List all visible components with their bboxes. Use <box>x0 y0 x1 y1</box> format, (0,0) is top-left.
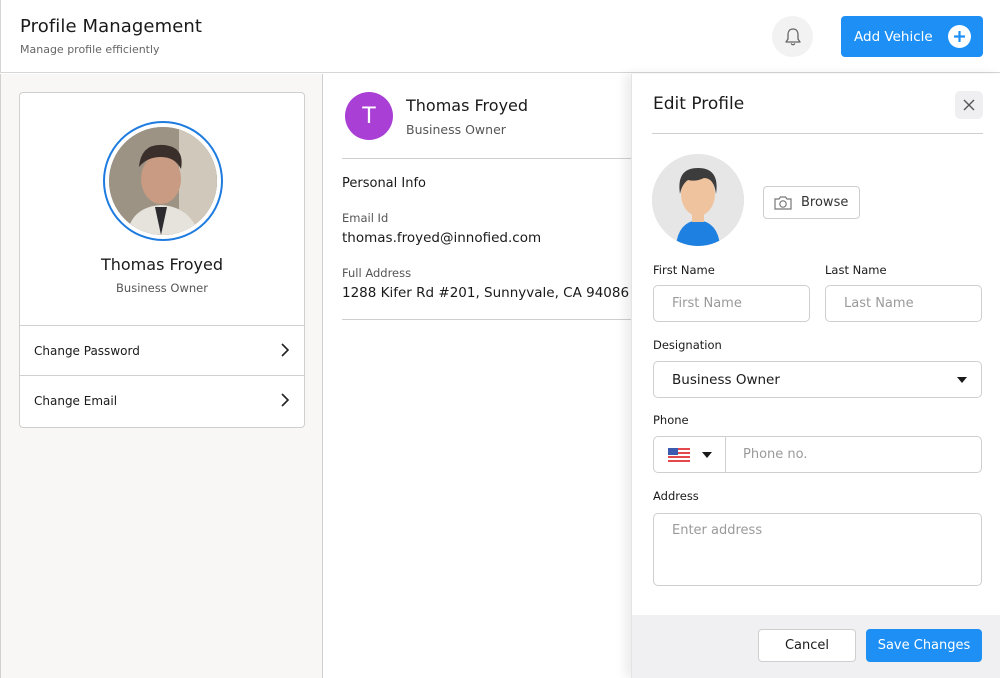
close-icon <box>963 99 975 111</box>
browse-label: Browse <box>801 195 849 210</box>
address-value: 1288 Kifer Rd #201, Sunnyvale, CA 94086 <box>342 285 630 301</box>
left-pane: Thomas Froyed Business Owner Change Pass… <box>0 74 323 678</box>
drawer-title: Edit Profile <box>653 94 745 114</box>
last-name-input[interactable] <box>825 285 982 322</box>
initial-avatar: T <box>345 92 393 140</box>
caret-down-icon <box>957 377 967 383</box>
edit-avatar <box>652 154 744 246</box>
address-input[interactable] <box>653 513 982 586</box>
profile-photo <box>103 121 223 241</box>
change-password-link[interactable]: Change Password <box>20 325 304 375</box>
details-role: Business Owner <box>406 122 506 137</box>
chevron-right-icon <box>281 393 290 407</box>
personal-info-title: Personal Info <box>342 176 426 191</box>
profile-photo-image <box>109 127 217 235</box>
edit-profile-drawer: Edit Profile Browse First Name Last Name… <box>631 74 1000 678</box>
page-subtitle: Manage profile efficiently <box>20 43 160 56</box>
top-bar: Profile Management Manage profile effici… <box>0 0 1000 73</box>
browse-button[interactable]: Browse <box>763 186 860 219</box>
add-vehicle-button[interactable]: Add Vehicle <box>841 16 983 57</box>
first-name-label: First Name <box>653 263 715 277</box>
designation-value: Business Owner <box>672 371 780 388</box>
address-label: Full Address <box>342 266 412 280</box>
caret-down-icon <box>702 452 712 458</box>
change-email-link[interactable]: Change Email <box>20 375 304 425</box>
divider <box>652 133 983 134</box>
profile-details: T Thomas Froyed Business Owner Personal … <box>324 74 642 678</box>
country-code-select[interactable] <box>654 437 726 472</box>
phone-input[interactable] <box>726 437 981 472</box>
email-label: Email Id <box>342 211 389 225</box>
close-button[interactable] <box>955 91 983 119</box>
profile-role: Business Owner <box>116 281 208 295</box>
details-name: Thomas Froyed <box>406 96 529 115</box>
chevron-right-icon <box>281 343 290 357</box>
bell-icon <box>784 27 801 45</box>
phone-field <box>653 436 982 473</box>
divider <box>342 319 642 320</box>
last-name-label: Last Name <box>825 263 887 277</box>
save-changes-button[interactable]: Save Changes <box>866 629 982 662</box>
divider <box>342 158 642 159</box>
page-title: Profile Management <box>20 16 203 37</box>
change-password-label: Change Password <box>34 343 140 358</box>
add-vehicle-label: Add Vehicle <box>854 28 933 45</box>
camera-icon <box>774 195 792 210</box>
us-flag-icon <box>668 448 690 462</box>
drawer-footer: Cancel Save Changes <box>632 615 1000 678</box>
profile-card: Thomas Froyed Business Owner Change Pass… <box>19 92 305 428</box>
designation-label: Designation <box>653 338 722 352</box>
email-value: thomas.froyed@innofied.com <box>342 230 542 246</box>
user-placeholder-icon <box>652 154 744 246</box>
designation-select[interactable]: Business Owner <box>653 361 982 398</box>
profile-name: Thomas Froyed <box>100 255 224 274</box>
phone-label: Phone <box>653 413 689 427</box>
cancel-button[interactable]: Cancel <box>758 629 856 662</box>
change-email-label: Change Email <box>34 393 118 408</box>
address-field-label: Address <box>653 489 699 503</box>
notifications-button[interactable] <box>772 16 813 57</box>
plus-circle-icon <box>948 25 971 48</box>
first-name-input[interactable] <box>653 285 810 322</box>
